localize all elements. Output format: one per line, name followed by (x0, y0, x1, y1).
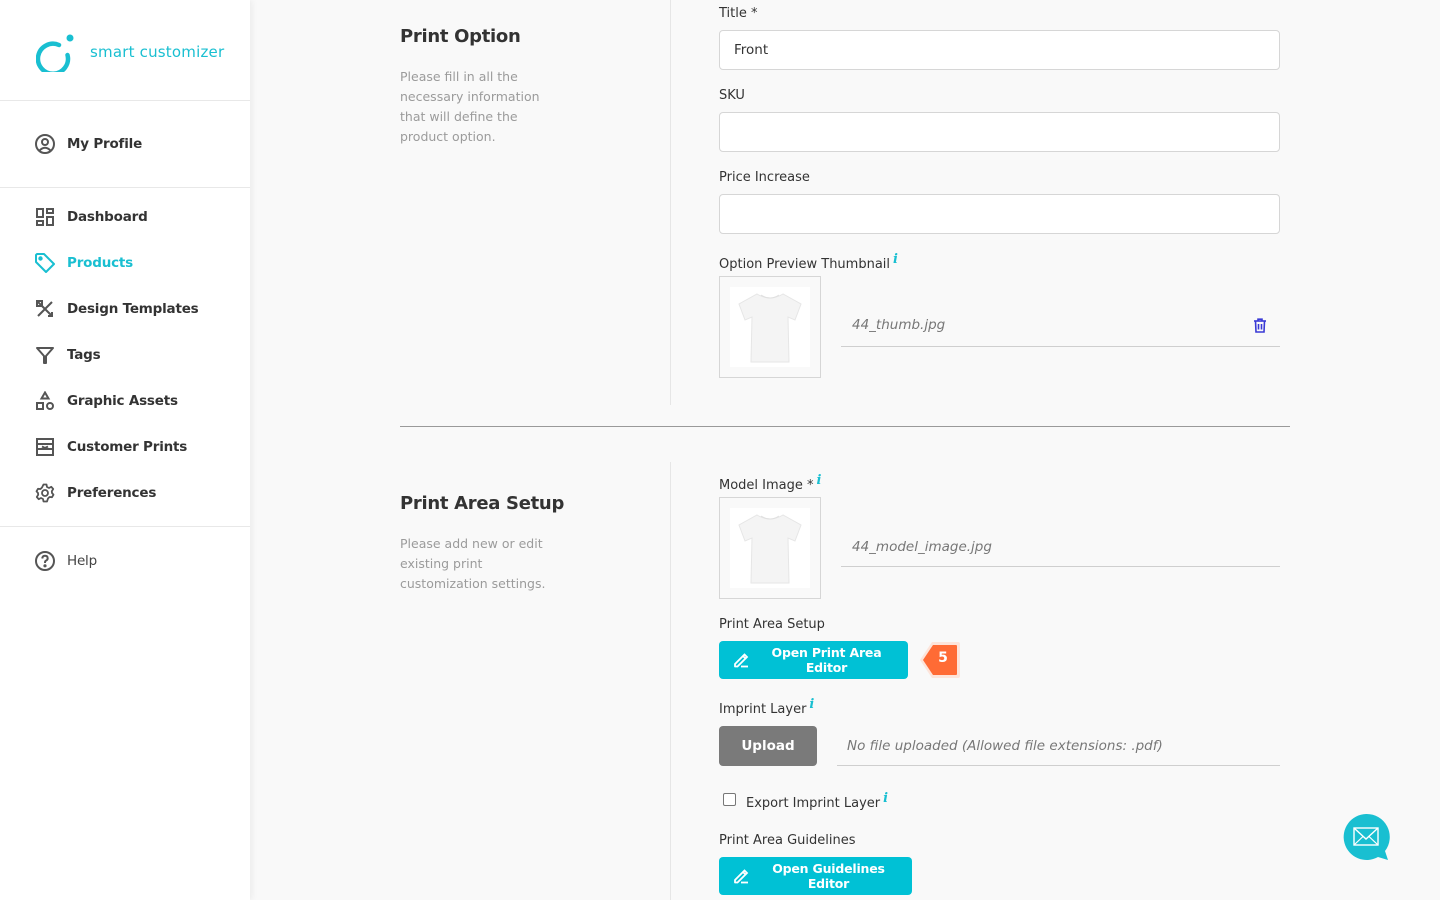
sidebar-item-label: Graphic Assets (67, 393, 178, 409)
thumbnail-label-row: Option Preview Thumbnail i (719, 252, 898, 272)
sidebar-item-label: Preferences (67, 485, 157, 501)
info-icon[interactable]: i (817, 473, 822, 488)
prints-icon (34, 436, 56, 458)
thumbnail-preview[interactable] (719, 276, 821, 378)
column-divider (670, 462, 671, 900)
open-print-area-editor-button[interactable]: Open Print Area Editor (719, 641, 908, 679)
info-icon[interactable]: i (883, 791, 888, 806)
sidebar-divider (0, 526, 250, 527)
sidebar-item-help[interactable]: Help (34, 549, 97, 573)
export-imprint-label: Export Imprint Layer (746, 796, 881, 811)
upload-button[interactable]: Upload (719, 726, 817, 766)
sku-input[interactable] (719, 112, 1280, 152)
logo-icon (36, 34, 74, 72)
section-description: Please add new or edit existing print cu… (400, 536, 546, 591)
delete-icon[interactable] (1253, 318, 1267, 337)
tshirt-image (730, 287, 810, 367)
sidebar-divider (0, 100, 250, 101)
model-image-label-row: Model Image * i (719, 473, 821, 493)
info-icon[interactable]: i (809, 697, 814, 712)
section-title-print-area-setup: Print Area Setup (400, 493, 565, 514)
sidebar-item-tags[interactable]: Tags (34, 343, 101, 367)
pencil-icon (733, 868, 749, 884)
section-description: Please fill in all the necessary informa… (400, 69, 540, 144)
file-underline (837, 765, 1280, 766)
brand-logo[interactable]: smart customizer (36, 32, 224, 72)
price-increase-input[interactable] (719, 194, 1280, 234)
sidebar-item-label: Products (67, 255, 133, 271)
section-title-print-option: Print Option (400, 26, 521, 47)
sidebar-item-my-profile[interactable]: My Profile (34, 132, 142, 156)
imprint-layer-label: Imprint Layer (719, 702, 807, 717)
filter-icon (34, 344, 56, 366)
question-circle-icon (34, 550, 56, 572)
title-input[interactable] (719, 30, 1280, 70)
section-divider (400, 426, 1290, 427)
brand-name: smart customizer (90, 43, 225, 61)
file-underline (841, 346, 1280, 347)
export-imprint-label-row: Export Imprint Layer i (746, 791, 888, 811)
design-tools-icon (34, 298, 56, 320)
sidebar-item-label: Dashboard (67, 209, 148, 225)
sidebar-item-dashboard[interactable]: Dashboard (34, 205, 148, 229)
title-label: Title * (719, 6, 758, 21)
sidebar-item-design-templates[interactable]: Design Templates (34, 297, 199, 321)
imprint-layer-label-row: Imprint Layer i (719, 697, 814, 717)
dashboard-icon (34, 206, 56, 228)
sku-label: SKU (719, 88, 745, 103)
user-circle-icon (34, 133, 56, 155)
sidebar-item-label: Help (67, 553, 97, 569)
thumbnail-label: Option Preview Thumbnail (719, 257, 891, 272)
sidebar-item-preferences[interactable]: Preferences (34, 481, 156, 505)
open-guidelines-editor-button[interactable]: Open Guidelines Editor (719, 857, 912, 895)
export-imprint-checkbox[interactable] (723, 793, 736, 806)
guidelines-label: Print Area Guidelines (719, 833, 856, 848)
sidebar-item-label: Customer Prints (67, 439, 188, 455)
tag-icon (34, 252, 56, 274)
step-badge-number: 5 (938, 650, 948, 666)
mail-icon (1343, 813, 1390, 860)
pencil-icon (733, 652, 749, 668)
sidebar-item-graphic-assets[interactable]: Graphic Assets (34, 389, 178, 413)
shapes-icon (34, 390, 56, 412)
upload-status: No file uploaded (Allowed file extension… (847, 738, 1163, 754)
sidebar: smart customizer My Profile Dashboard Pr… (0, 0, 250, 900)
price-increase-label: Price Increase (719, 170, 810, 185)
info-icon[interactable]: i (893, 252, 898, 267)
tshirt-image (730, 508, 810, 588)
column-divider (670, 0, 671, 405)
sidebar-divider (0, 187, 250, 188)
model-image-file-name: 44_model_image.jpg (852, 539, 992, 555)
gear-icon (34, 482, 56, 504)
model-image-preview[interactable] (719, 497, 821, 599)
print-area-setup-label: Print Area Setup (719, 617, 825, 632)
sidebar-item-label: Design Templates (67, 301, 199, 317)
file-underline (841, 566, 1280, 567)
button-label: Open Guidelines Editor (772, 861, 885, 891)
sidebar-item-label: My Profile (67, 136, 143, 152)
sidebar-item-customer-prints[interactable]: Customer Prints (34, 435, 187, 459)
button-label: Open Print Area Editor (771, 645, 882, 675)
model-image-label: Model Image * (719, 478, 814, 493)
sidebar-item-label: Tags (67, 347, 101, 363)
chat-button[interactable] (1342, 813, 1392, 863)
sidebar-item-products[interactable]: Products (34, 251, 133, 275)
thumbnail-file-name: 44_thumb.jpg (852, 317, 946, 333)
